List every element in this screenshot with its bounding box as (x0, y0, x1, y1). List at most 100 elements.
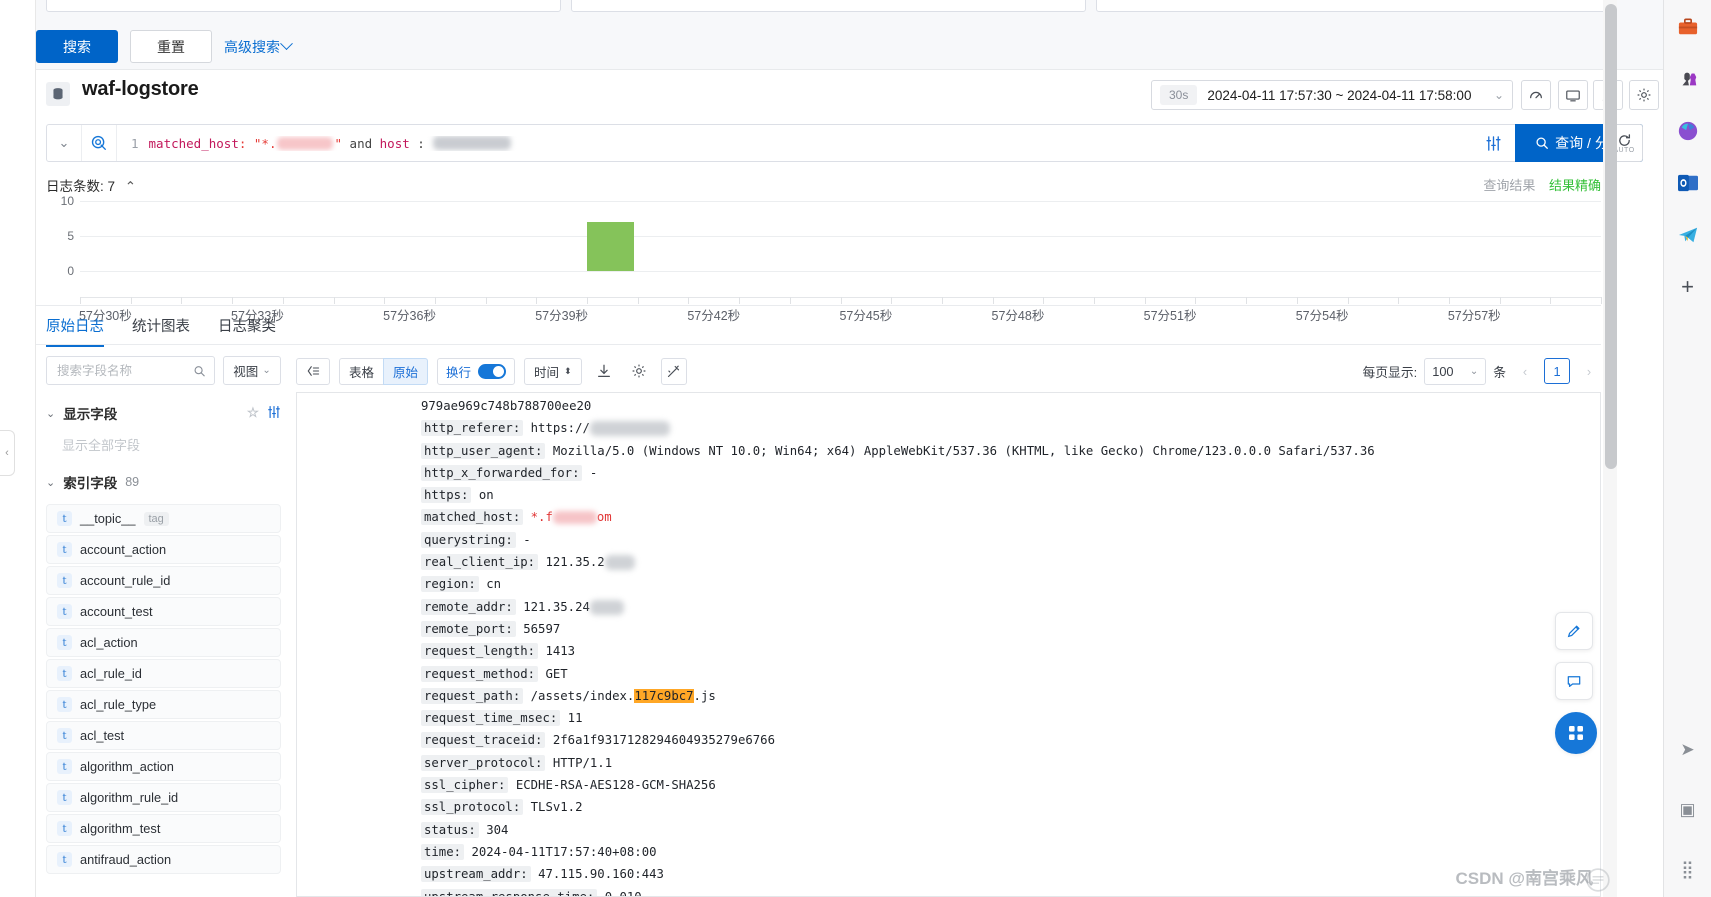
field-item[interactable]: t account_test (46, 597, 281, 626)
reset-button[interactable]: 重置 (130, 30, 212, 63)
log-line[interactable]: ssl_protocol: TLSv1.2 (297, 796, 1600, 818)
time-sort-button[interactable]: 时间 ⬍ (524, 357, 582, 385)
telegram-icon[interactable] (1675, 222, 1701, 248)
log-line[interactable]: real_client_ip: 121.35.2 (297, 551, 1600, 573)
feedback-chat-icon-button[interactable] (1555, 662, 1593, 700)
x-axis-tick-mark (1296, 297, 1298, 304)
raw-view-button[interactable]: 原始 (383, 357, 429, 385)
result-label: 查询结果 (1483, 178, 1536, 193)
query-filter-sliders-icon[interactable] (1471, 135, 1515, 152)
field-item[interactable]: t acl_rule_id (46, 659, 281, 688)
log-line[interactable]: remote_addr: 121.35.24 (297, 596, 1600, 618)
field-item[interactable]: t __topic__ tag (46, 504, 281, 533)
next-page-button[interactable]: › (1577, 358, 1601, 384)
log-line[interactable]: request_time_msec: 11 (297, 707, 1600, 729)
field-item[interactable]: t account_action (46, 535, 281, 564)
edit-pencil-icon-button[interactable] (1555, 612, 1593, 650)
log-line[interactable]: http_x_forwarded_for: - (297, 462, 1600, 484)
settings-gear-icon-button[interactable] (1629, 80, 1659, 110)
x-axis-tick-mark (282, 297, 284, 304)
office-icon[interactable] (1675, 118, 1701, 144)
log-line[interactable]: request_path: /assets/index.117c9bc7.js (297, 685, 1600, 707)
log-line[interactable]: request_traceid: 2f6a1f93171282946049352… (297, 729, 1600, 751)
query-input[interactable]: 1 matched_host: "*. " and host : (117, 136, 1471, 151)
chess-icon[interactable] (1675, 66, 1701, 92)
filter-input-1[interactable] (46, 0, 561, 12)
index-fields-header[interactable]: ⌄ 索引字段 89 (46, 472, 281, 492)
query-assistant-icon[interactable] (81, 125, 117, 161)
field-item[interactable]: t algorithm_action (46, 752, 281, 781)
log-line[interactable]: region: cn (297, 573, 1600, 595)
query-expand-chevron-icon[interactable]: ⌄ (47, 125, 81, 161)
monitor-icon-button[interactable] (1558, 80, 1588, 110)
briefcase-icon[interactable] (1675, 14, 1701, 40)
x-axis-tick-mark (434, 297, 436, 304)
histogram-bar[interactable] (587, 222, 634, 271)
view-select[interactable]: 视图 ⌄ (223, 356, 281, 385)
gear-icon[interactable] (626, 358, 652, 385)
time-range-picker[interactable]: 30s 2024-04-11 17:57:30 ~ 2024-04-11 17:… (1151, 80, 1513, 110)
prev-page-button[interactable]: ‹ (1513, 358, 1537, 384)
field-settings-sliders-icon[interactable] (267, 405, 281, 422)
field-item[interactable]: t acl_test (46, 721, 281, 750)
field-item[interactable]: t acl_rule_type (46, 690, 281, 719)
page-scrollbar-thumb[interactable] (1605, 4, 1617, 469)
per-page-select[interactable]: 100 ⌄ (1424, 357, 1487, 385)
search-button[interactable]: 搜索 (36, 30, 118, 63)
log-line[interactable]: querystring: - (297, 529, 1600, 551)
x-axis-tick-mark (1347, 297, 1349, 304)
table-view-button[interactable]: 表格 (339, 357, 385, 385)
log-line[interactable]: http_referer: https:// (297, 417, 1600, 439)
chevron-up-icon[interactable]: ⌃ (125, 179, 136, 195)
log-line[interactable]: 979ae969c748b788700ee20 (297, 395, 1600, 417)
log-line[interactable]: http_user_agent: Mozilla/5.0 (Windows NT… (297, 440, 1600, 462)
log-field-key: http_referer: (421, 420, 524, 437)
field-search-input[interactable] (55, 362, 194, 379)
field-item[interactable]: t algorithm_rule_id (46, 783, 281, 812)
field-item[interactable]: t algorithm_test (46, 814, 281, 843)
apps-grid-icon-button[interactable] (1555, 712, 1597, 754)
query-bar[interactable]: ⌄ 1 matched_host: "*. " and host : 查询 / 分析 (46, 124, 1643, 162)
download-icon[interactable] (591, 358, 617, 385)
log-line[interactable]: remote_port: 56597 (297, 618, 1600, 640)
field-search-box[interactable] (46, 356, 215, 385)
chart-title[interactable]: 日志条数: 7 ⌃ (46, 175, 136, 195)
current-page-number[interactable]: 1 (1544, 358, 1570, 384)
field-item[interactable]: t account_rule_id (46, 566, 281, 595)
log-line[interactable]: upstream_addr: 47.115.90.160:443 (297, 863, 1600, 885)
log-line[interactable]: https: on (297, 484, 1600, 506)
tab-1[interactable]: 统计图表 (132, 315, 190, 347)
send-icon[interactable]: ➤ (1675, 737, 1701, 763)
log-line[interactable]: status: 304 (297, 819, 1600, 841)
filter-input-3[interactable] (1096, 0, 1611, 12)
display-all-fields-label[interactable]: 显示全部字段 (62, 435, 281, 454)
log-line[interactable]: request_length: 1413 (297, 640, 1600, 662)
filter-input-2[interactable] (571, 0, 1086, 12)
log-line[interactable]: matched_host: *.f om (297, 506, 1600, 528)
dashboard-gauge-icon-button[interactable] (1521, 80, 1551, 110)
tab-0[interactable]: 原始日志 (46, 315, 104, 347)
outlook-icon[interactable] (1675, 170, 1701, 196)
per-page-value: 100 (1432, 363, 1454, 379)
panel-icon[interactable]: ▣ (1675, 797, 1701, 823)
toggle-switch[interactable] (478, 363, 507, 379)
field-item[interactable]: t antifraud_action (46, 845, 281, 874)
magic-wand-icon[interactable] (660, 357, 687, 385)
wrap-lines-toggle[interactable]: 换行 (437, 357, 516, 385)
log-content-panel[interactable]: 979ae969c748b788700ee20 http_referer: htt… (296, 392, 1601, 897)
log-line[interactable]: request_method: GET (297, 663, 1600, 685)
log-line[interactable]: time: 2024-04-11T17:57:40+08:00 (297, 841, 1600, 863)
log-line[interactable]: upstream_response_time: 0.010 (297, 886, 1600, 896)
add-icon[interactable]: + (1675, 274, 1701, 300)
favorite-star-icon[interactable]: ☆ (247, 405, 259, 421)
log-line[interactable]: server_protocol: HTTP/1.1 (297, 752, 1600, 774)
field-type-icon: t (57, 573, 72, 588)
log-line[interactable]: ssl_cipher: ECDHE-RSA-AES128-GCM-SHA256 (297, 774, 1600, 796)
sidebar-collapse-handle[interactable]: ‹ (0, 430, 15, 476)
advanced-search-link[interactable]: 高级搜索 (224, 37, 293, 57)
display-fields-header[interactable]: ⌄ 显示字段 ☆ (46, 403, 281, 423)
tab-2[interactable]: 日志聚类 (218, 315, 276, 347)
field-item[interactable]: t acl_action (46, 628, 281, 657)
apps-icon[interactable]: ⣿ (1675, 857, 1701, 883)
collapse-panel-button[interactable] (296, 357, 330, 385)
